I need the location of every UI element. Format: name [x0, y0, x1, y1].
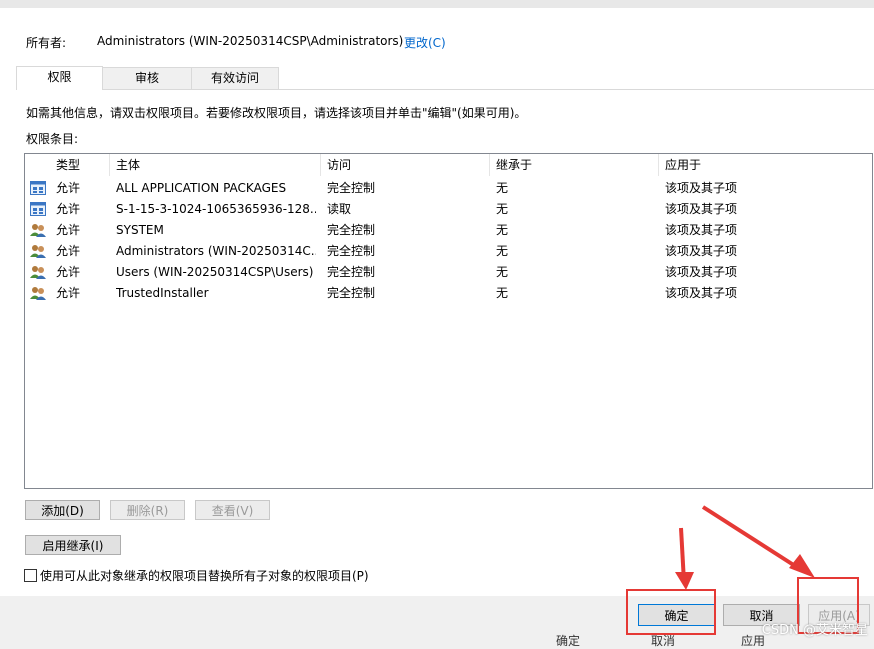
row-access: 完全控制 — [327, 244, 376, 258]
replace-child-permissions-checkbox[interactable] — [24, 569, 37, 582]
column-header-type[interactable]: 类型 — [50, 154, 110, 176]
row-principal: Administrators (WIN-20250314C... — [116, 244, 316, 258]
owner-label: 所有者: — [26, 36, 67, 50]
row-type: 允许 — [56, 286, 81, 300]
tab-permissions[interactable]: 权限 — [16, 66, 103, 90]
users-group-icon — [30, 244, 46, 258]
dialog-top-edge — [0, 0, 874, 8]
row-type: 允许 — [56, 223, 81, 237]
row-access: 完全控制 — [327, 181, 376, 195]
app-package-icon — [30, 181, 46, 195]
tab-effective-access[interactable]: 有效访问 — [191, 67, 279, 89]
row-principal: SYSTEM — [116, 223, 164, 237]
row-inherited-from: 无 — [496, 244, 509, 258]
permission-entries-label: 权限条目: — [26, 132, 79, 146]
tab-auditing[interactable]: 审核 — [102, 67, 192, 89]
list-header: 类型 主体 访问 继承于 应用于 — [25, 154, 872, 176]
users-group-icon — [30, 265, 46, 279]
row-principal: Users (WIN-20250314CSP\Users) — [116, 265, 314, 279]
row-inherited-from: 无 — [496, 223, 509, 237]
row-type: 允许 — [56, 202, 81, 216]
column-header-access[interactable]: 访问 — [321, 154, 490, 176]
row-applies-to: 该项及其子项 — [665, 202, 738, 216]
row-access: 完全控制 — [327, 265, 376, 279]
row-principal: TrustedInstaller — [116, 286, 209, 300]
row-access: 读取 — [327, 202, 352, 216]
row-applies-to: 该项及其子项 — [665, 265, 738, 279]
row-access: 完全控制 — [327, 286, 376, 300]
row-applies-to: 该项及其子项 — [665, 244, 738, 258]
permission-entries-list[interactable]: 类型 主体 访问 继承于 应用于 允许 ALL APPLICATION PACKA… — [24, 153, 873, 489]
tab-divider — [16, 89, 874, 90]
row-principal: S-1-15-3-1024-1065365936-128... — [116, 202, 316, 216]
table-row[interactable]: 允许 TrustedInstaller 完全控制 无 该项及其子项 — [25, 283, 872, 304]
highlight-ok-box — [626, 589, 716, 635]
row-type: 允许 — [56, 265, 81, 279]
enable-inheritance-button[interactable]: 启用继承(I) — [25, 535, 121, 555]
owner-value: Administrators (WIN-20250314CSP\Administ… — [97, 34, 404, 48]
row-applies-to: 该项及其子项 — [665, 181, 738, 195]
row-access: 完全控制 — [327, 223, 376, 237]
row-inherited-from: 无 — [496, 202, 509, 216]
column-header-principal[interactable]: 主体 — [110, 154, 321, 176]
users-group-icon — [30, 223, 46, 237]
row-type: 允许 — [56, 244, 81, 258]
table-row[interactable]: 允许 Administrators (WIN-20250314C... 完全控制 无 该… — [25, 241, 872, 262]
remove-button[interactable]: 删除(R) — [110, 500, 185, 520]
watermark: CSDN @艾米智星 — [761, 623, 868, 638]
add-button[interactable]: 添加(D) — [25, 500, 100, 520]
row-principal: ALL APPLICATION PACKAGES — [116, 181, 287, 195]
view-button[interactable]: 查看(V) — [195, 500, 270, 520]
table-row[interactable]: 允许 S-1-15-3-1024-1065365936-128... 读取 无 该项及其… — [25, 199, 872, 220]
row-inherited-from: 无 — [496, 181, 509, 195]
row-inherited-from: 无 — [496, 265, 509, 279]
change-owner-link[interactable]: 更改(C) — [404, 34, 446, 51]
app-package-icon — [30, 202, 46, 216]
column-header-applies-to[interactable]: 应用于 — [659, 154, 872, 176]
row-type: 允许 — [56, 181, 81, 195]
row-applies-to: 该项及其子项 — [665, 223, 738, 237]
table-row[interactable]: 允许 ALL APPLICATION PACKAGES 完全控制 无 该项及其子项 — [25, 178, 872, 199]
row-applies-to: 该项及其子项 — [665, 286, 738, 300]
hint-text: 如需其他信息，请双击权限项目。若要修改权限项目，请选择该项目并单击"编辑"(如果… — [26, 106, 527, 120]
column-header-inherited-from[interactable]: 继承于 — [490, 154, 659, 176]
replace-child-permissions-label[interactable]: 使用可从此对象继承的权限项目替换所有子对象的权限项目(P) — [40, 567, 369, 584]
table-row[interactable]: 允许 SYSTEM 完全控制 无 该项及其子项 — [25, 220, 872, 241]
row-inherited-from: 无 — [496, 286, 509, 300]
table-row[interactable]: 允许 Users (WIN-20250314CSP\Users) 完全控制 无 该项及其… — [25, 262, 872, 283]
tab-strip: 权限 审核 有效访问 — [16, 66, 856, 90]
users-group-icon — [30, 286, 46, 300]
